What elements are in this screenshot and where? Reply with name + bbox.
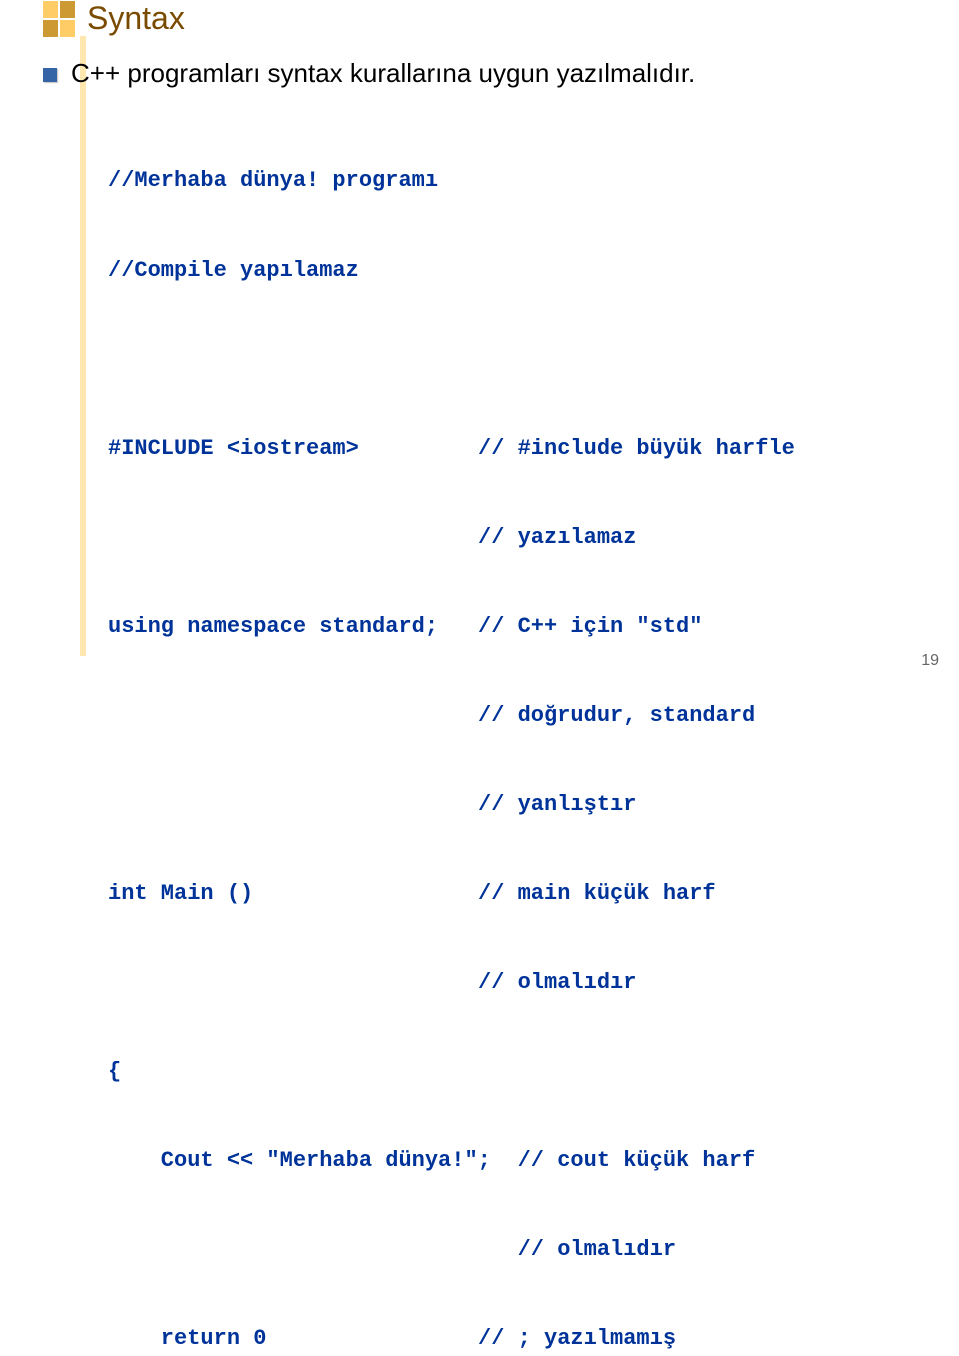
- code-row: using namespace standard;// C++ için "st…: [108, 612, 959, 642]
- slide-title: Syntax: [87, 0, 185, 37]
- code-row: // olmalıdır: [108, 968, 959, 998]
- code-row: // yanlıştır: [108, 790, 959, 820]
- code-row: return 0// ; yazılmamış: [108, 1324, 959, 1354]
- code-row: // doğrudur, standard: [108, 701, 959, 731]
- title-decor-squares: [43, 1, 75, 37]
- bullet-text: C++ programları syntax kurallarına uygun…: [71, 56, 695, 91]
- code-block: //Merhaba dünya! programı //Compile yapı…: [108, 107, 959, 1356]
- code-line: //Compile yapılamaz: [108, 256, 959, 286]
- code-line: //Merhaba dünya! programı: [108, 166, 959, 196]
- bullet-item: C++ programları syntax kurallarına uygun…: [43, 56, 959, 91]
- code-row: // yazılamaz: [108, 523, 959, 553]
- code-row: #INCLUDE <iostream>// #include büyük har…: [108, 434, 959, 464]
- code-blank-line: [108, 345, 959, 375]
- code-row: {: [108, 1057, 959, 1087]
- code-row: Cout << "Merhaba dünya!"; // cout küçük …: [108, 1146, 959, 1176]
- page-number: 19: [921, 652, 939, 670]
- code-row: // olmalıdır: [108, 1235, 959, 1265]
- code-row: int Main ()// main küçük harf: [108, 879, 959, 909]
- bullet-square-icon: [43, 68, 57, 82]
- slide-content: C++ programları syntax kurallarına uygun…: [0, 56, 959, 1356]
- slide-title-bar: Syntax: [43, 0, 185, 37]
